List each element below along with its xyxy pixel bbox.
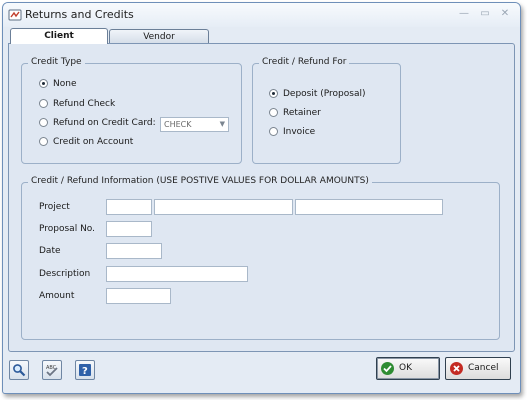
radio-none-indicator[interactable] (39, 79, 48, 88)
search-icon (13, 364, 26, 377)
radio-credit-on-account-indicator[interactable] (39, 137, 48, 146)
radio-refund-credit-card-indicator[interactable] (39, 118, 48, 127)
maximize-button[interactable]: ▭ (477, 6, 493, 22)
project-name-field[interactable] (154, 199, 293, 215)
tab-client[interactable]: Client (10, 28, 108, 44)
title-bar: Returns and Credits — ▭ ✕ (3, 3, 520, 27)
radio-credit-on-account-label: Credit on Account (53, 137, 134, 147)
refund-for-group: Credit / Refund For Deposit (Proposal) R… (252, 57, 401, 164)
proposal-no-label: Proposal No. (39, 224, 96, 234)
proposal-no-field[interactable] (106, 221, 152, 237)
radio-none-label: None (53, 79, 77, 89)
project-description-field[interactable] (295, 199, 443, 215)
help-icon: ? (79, 364, 91, 377)
ok-button[interactable]: OK (376, 357, 440, 380)
refund-for-legend: Credit / Refund For (259, 57, 350, 67)
radio-deposit-proposal-indicator[interactable] (269, 89, 278, 98)
amount-field[interactable] (106, 288, 171, 304)
radio-invoice-indicator[interactable] (269, 127, 278, 136)
svg-text:?: ? (82, 366, 88, 377)
radio-deposit-proposal-label: Deposit (Proposal) (283, 89, 366, 99)
cancel-button[interactable]: Cancel (445, 357, 511, 380)
client-tab-panel: Credit Type None Refund Check Refund on … (8, 43, 515, 352)
window-title: Returns and Credits (25, 8, 134, 21)
date-field[interactable] (106, 243, 162, 259)
date-label: Date (39, 246, 61, 256)
refund-information-legend: Credit / Refund Information (USE POSTIVE… (28, 176, 372, 186)
project-code-field[interactable] (106, 199, 152, 215)
radio-refund-credit-card-label: Refund on Credit Card: (53, 118, 156, 128)
checkmark-icon (381, 362, 394, 375)
search-button[interactable] (9, 360, 29, 380)
credit-card-select-value: CHECK (164, 120, 192, 129)
radio-retainer-indicator[interactable] (269, 108, 278, 117)
radio-refund-check-indicator[interactable] (39, 99, 48, 108)
refund-information-group: Credit / Refund Information (USE POSTIVE… (21, 176, 500, 340)
close-button[interactable]: ✕ (497, 6, 513, 22)
credit-card-select[interactable]: CHECK ▼ (160, 117, 229, 132)
amount-label: Amount (39, 291, 75, 301)
ok-label: OK (399, 363, 412, 373)
radio-retainer-label: Retainer (283, 108, 321, 118)
tab-vendor[interactable]: Vendor (109, 29, 209, 44)
minimize-button[interactable]: — (456, 6, 472, 22)
chevron-down-icon[interactable]: ▼ (220, 118, 225, 131)
radio-refund-check-label: Refund Check (53, 99, 116, 109)
radio-invoice-label: Invoice (283, 127, 316, 137)
description-label: Description (39, 269, 91, 279)
credit-type-legend: Credit Type (28, 57, 85, 67)
cancel-icon (450, 362, 463, 375)
project-label: Project (39, 202, 70, 212)
help-button[interactable]: ? (75, 360, 95, 380)
cancel-label: Cancel (468, 363, 499, 373)
credit-type-group: Credit Type None Refund Check Refund on … (21, 57, 242, 164)
returns-credits-window: Returns and Credits — ▭ ✕ Client Vendor … (2, 2, 521, 394)
spell-check-icon: ABC (46, 365, 58, 377)
app-icon (8, 9, 22, 21)
description-field[interactable] (106, 266, 248, 282)
spell-check-button[interactable]: ABC (42, 360, 62, 380)
